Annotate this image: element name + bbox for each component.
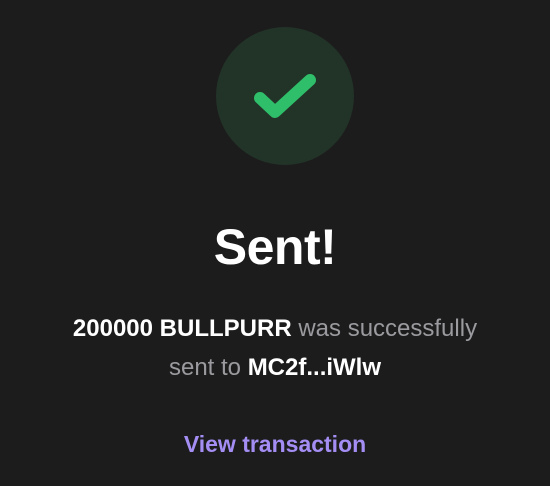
sent-title: Sent!	[213, 219, 337, 275]
success-message-text: was successfully	[298, 315, 478, 342]
success-icon-circle	[216, 27, 354, 165]
success-message: 200000 BULLPURR was successfully sent to…	[60, 309, 490, 387]
token-symbol: BULLPURR	[159, 315, 292, 342]
sent-amount: 200000	[72, 315, 153, 342]
view-transaction-link[interactable]: View transaction	[0, 429, 550, 459]
sent-to-text: sent to	[168, 354, 242, 381]
recipient-address: MC2f...iWlw	[247, 354, 382, 381]
send-success-screen: Sent! 200000 BULLPURR was successfully s…	[0, 0, 550, 486]
checkmark-icon	[254, 74, 316, 118]
